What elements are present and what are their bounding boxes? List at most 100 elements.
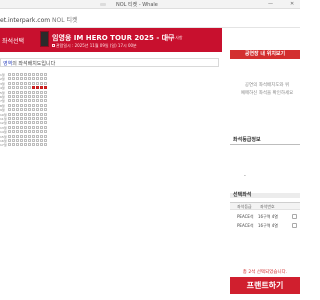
seat[interactable] bbox=[20, 121, 23, 125]
seat[interactable] bbox=[12, 125, 15, 129]
seat[interactable] bbox=[40, 130, 43, 134]
seat[interactable] bbox=[20, 99, 23, 103]
seat[interactable] bbox=[44, 134, 47, 138]
seat[interactable] bbox=[16, 125, 19, 129]
seat[interactable] bbox=[20, 139, 23, 142]
seat[interactable] bbox=[24, 117, 27, 120]
seat[interactable] bbox=[16, 90, 19, 94]
seat[interactable] bbox=[28, 125, 31, 129]
seat[interactable] bbox=[28, 112, 31, 116]
seat[interactable] bbox=[28, 90, 31, 94]
seat[interactable] bbox=[12, 130, 15, 134]
seat[interactable] bbox=[20, 108, 23, 112]
seat[interactable] bbox=[36, 103, 39, 107]
seat[interactable] bbox=[28, 86, 31, 90]
seat[interactable] bbox=[36, 95, 39, 98]
seat[interactable] bbox=[12, 134, 15, 138]
seat[interactable] bbox=[44, 81, 47, 85]
seat[interactable] bbox=[32, 95, 35, 98]
seat[interactable] bbox=[40, 73, 43, 76]
seat[interactable] bbox=[40, 134, 43, 138]
seat[interactable] bbox=[36, 130, 39, 134]
seat[interactable] bbox=[44, 139, 47, 142]
seat[interactable] bbox=[12, 143, 15, 147]
seat[interactable] bbox=[32, 112, 35, 116]
seat[interactable] bbox=[36, 121, 39, 125]
seat[interactable] bbox=[24, 130, 27, 134]
seat[interactable] bbox=[32, 99, 35, 103]
seat-selected[interactable] bbox=[36, 86, 39, 90]
seat[interactable] bbox=[12, 99, 15, 103]
seat[interactable] bbox=[16, 73, 19, 76]
seat[interactable] bbox=[32, 117, 35, 120]
seat[interactable] bbox=[12, 77, 15, 81]
seat[interactable] bbox=[36, 81, 39, 85]
seat[interactable] bbox=[20, 134, 23, 138]
seat[interactable] bbox=[12, 81, 15, 85]
seat[interactable] bbox=[12, 86, 15, 90]
seat[interactable] bbox=[36, 108, 39, 112]
seat[interactable] bbox=[12, 112, 15, 116]
seat[interactable] bbox=[32, 139, 35, 142]
seat[interactable] bbox=[32, 90, 35, 94]
seat[interactable] bbox=[20, 86, 23, 90]
seat[interactable] bbox=[24, 90, 27, 94]
seat[interactable] bbox=[8, 73, 11, 76]
venue-location-header[interactable]: 공연장 내 위치보기 bbox=[230, 50, 300, 59]
seat[interactable] bbox=[24, 86, 27, 90]
seat[interactable] bbox=[8, 103, 11, 107]
seat[interactable] bbox=[20, 143, 23, 147]
seat[interactable] bbox=[44, 125, 47, 129]
seat[interactable] bbox=[24, 139, 27, 142]
seat[interactable] bbox=[44, 99, 47, 103]
seat[interactable] bbox=[32, 125, 35, 129]
seat[interactable] bbox=[36, 73, 39, 76]
seat[interactable] bbox=[12, 139, 15, 142]
seat[interactable] bbox=[16, 134, 19, 138]
seat[interactable] bbox=[16, 143, 19, 147]
seat[interactable] bbox=[32, 134, 35, 138]
seat[interactable] bbox=[36, 99, 39, 103]
seat[interactable] bbox=[28, 99, 31, 103]
seat[interactable] bbox=[16, 108, 19, 112]
seat[interactable] bbox=[28, 121, 31, 125]
seat[interactable] bbox=[40, 117, 43, 120]
seat[interactable] bbox=[28, 143, 31, 147]
seat[interactable] bbox=[8, 108, 11, 112]
seat[interactable] bbox=[8, 95, 11, 98]
seat[interactable] bbox=[28, 73, 31, 76]
seat[interactable] bbox=[8, 77, 11, 81]
seat[interactable] bbox=[24, 112, 27, 116]
seat[interactable] bbox=[44, 90, 47, 94]
seat[interactable] bbox=[24, 125, 27, 129]
seat[interactable] bbox=[32, 130, 35, 134]
seat[interactable] bbox=[44, 95, 47, 98]
seat[interactable] bbox=[24, 81, 27, 85]
seat[interactable] bbox=[20, 117, 23, 120]
seat[interactable] bbox=[8, 134, 11, 138]
seat[interactable] bbox=[12, 90, 15, 94]
minimize-button[interactable]: — bbox=[268, 1, 273, 7]
seat[interactable] bbox=[20, 81, 23, 85]
remove-seat-button[interactable] bbox=[292, 214, 297, 219]
seat[interactable] bbox=[36, 90, 39, 94]
seat-selected[interactable] bbox=[40, 86, 43, 90]
seat[interactable] bbox=[8, 121, 11, 125]
seat[interactable] bbox=[40, 125, 43, 129]
seat[interactable] bbox=[32, 73, 35, 76]
seat-selected[interactable] bbox=[32, 86, 35, 90]
seat[interactable] bbox=[28, 117, 31, 120]
address-bar[interactable]: et.interpark.com NOL 티켓 bbox=[0, 9, 300, 28]
seat[interactable] bbox=[36, 77, 39, 81]
seat[interactable] bbox=[12, 121, 15, 125]
seat[interactable] bbox=[28, 103, 31, 107]
seat[interactable] bbox=[20, 95, 23, 98]
remove-seat-button[interactable] bbox=[292, 223, 297, 228]
notice-link[interactable]: | 게시 사항 bbox=[164, 35, 183, 41]
seat[interactable] bbox=[8, 125, 11, 129]
seat[interactable] bbox=[44, 112, 47, 116]
seat[interactable] bbox=[16, 121, 19, 125]
seat[interactable] bbox=[36, 134, 39, 138]
seat[interactable] bbox=[8, 86, 11, 90]
print-ticket-button[interactable]: 프랜트하기 bbox=[230, 277, 300, 294]
